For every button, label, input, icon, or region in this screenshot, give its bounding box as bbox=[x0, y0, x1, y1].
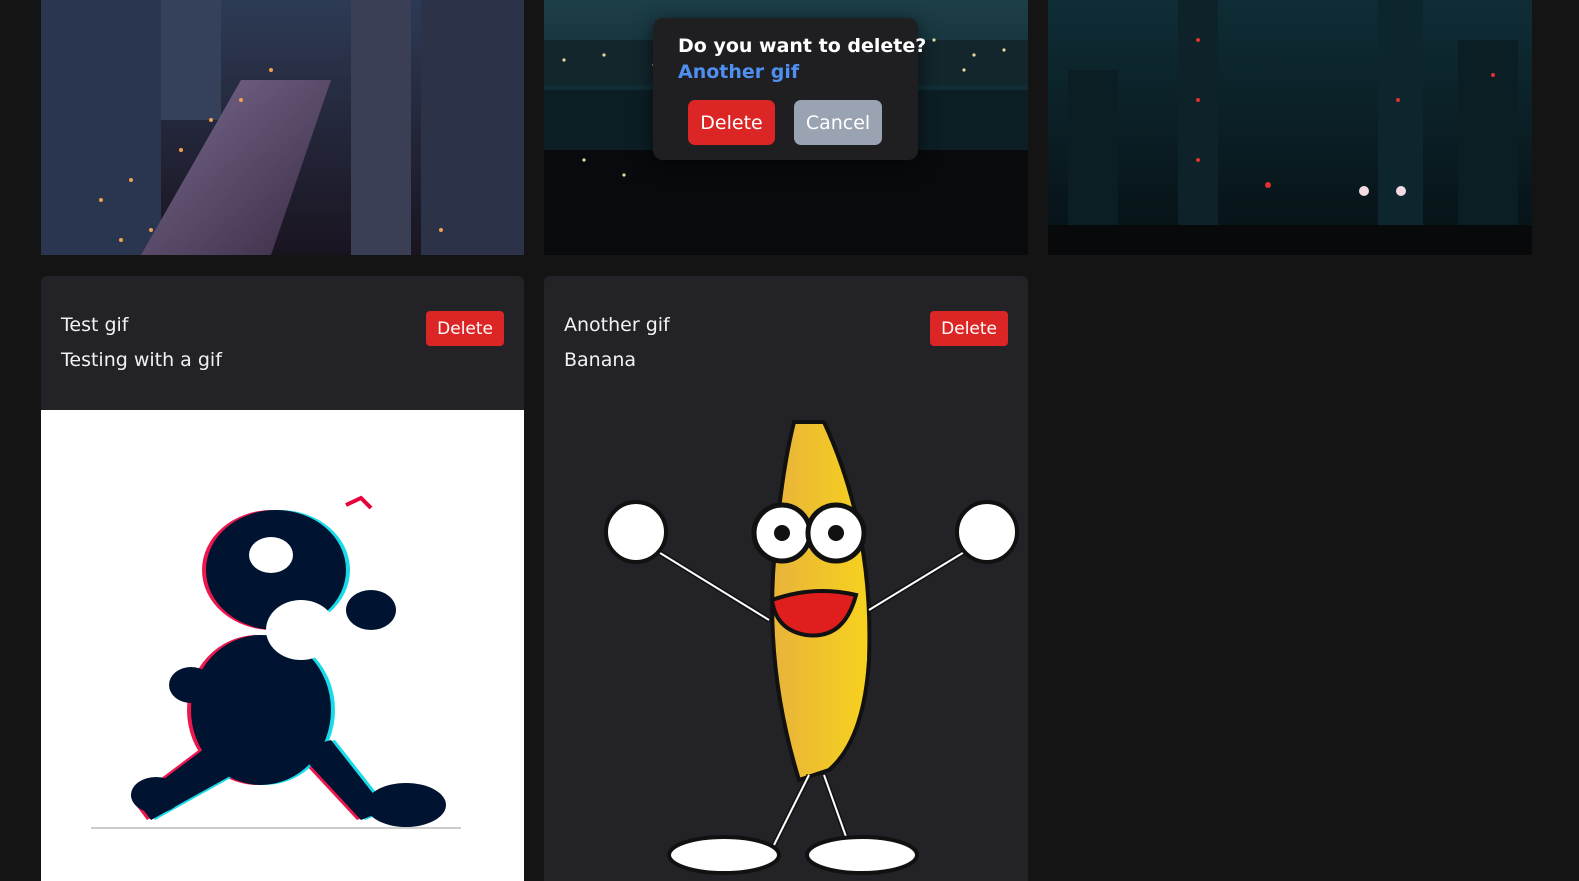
confirm-cancel-button[interactable]: Cancel bbox=[794, 100, 882, 145]
glitch-cartoon-cat-gif bbox=[41, 410, 524, 881]
card-delete-button[interactable]: Delete bbox=[426, 311, 504, 346]
card-title: Test gif bbox=[61, 314, 129, 336]
gif-card-another-gif: Another gif Banana Delete bbox=[544, 276, 1028, 881]
confirm-item-name: Another gif bbox=[678, 61, 800, 83]
city-tower-night-photo bbox=[1048, 0, 1532, 255]
card-description: Testing with a gif bbox=[61, 349, 222, 371]
dancing-banana-gif bbox=[544, 410, 1028, 881]
delete-confirm-dialog: Do you want to delete? Another gif Delet… bbox=[653, 18, 926, 160]
confirm-delete-button[interactable]: Delete bbox=[688, 100, 775, 145]
card-title: Another gif bbox=[564, 314, 670, 336]
gif-card-test-gif: Test gif Testing with a gif Delete bbox=[41, 276, 524, 881]
card-description: Banana bbox=[564, 349, 637, 371]
city-river-night-photo bbox=[41, 0, 524, 255]
confirm-question: Do you want to delete? bbox=[678, 35, 927, 57]
card-delete-button[interactable]: Delete bbox=[930, 311, 1008, 346]
